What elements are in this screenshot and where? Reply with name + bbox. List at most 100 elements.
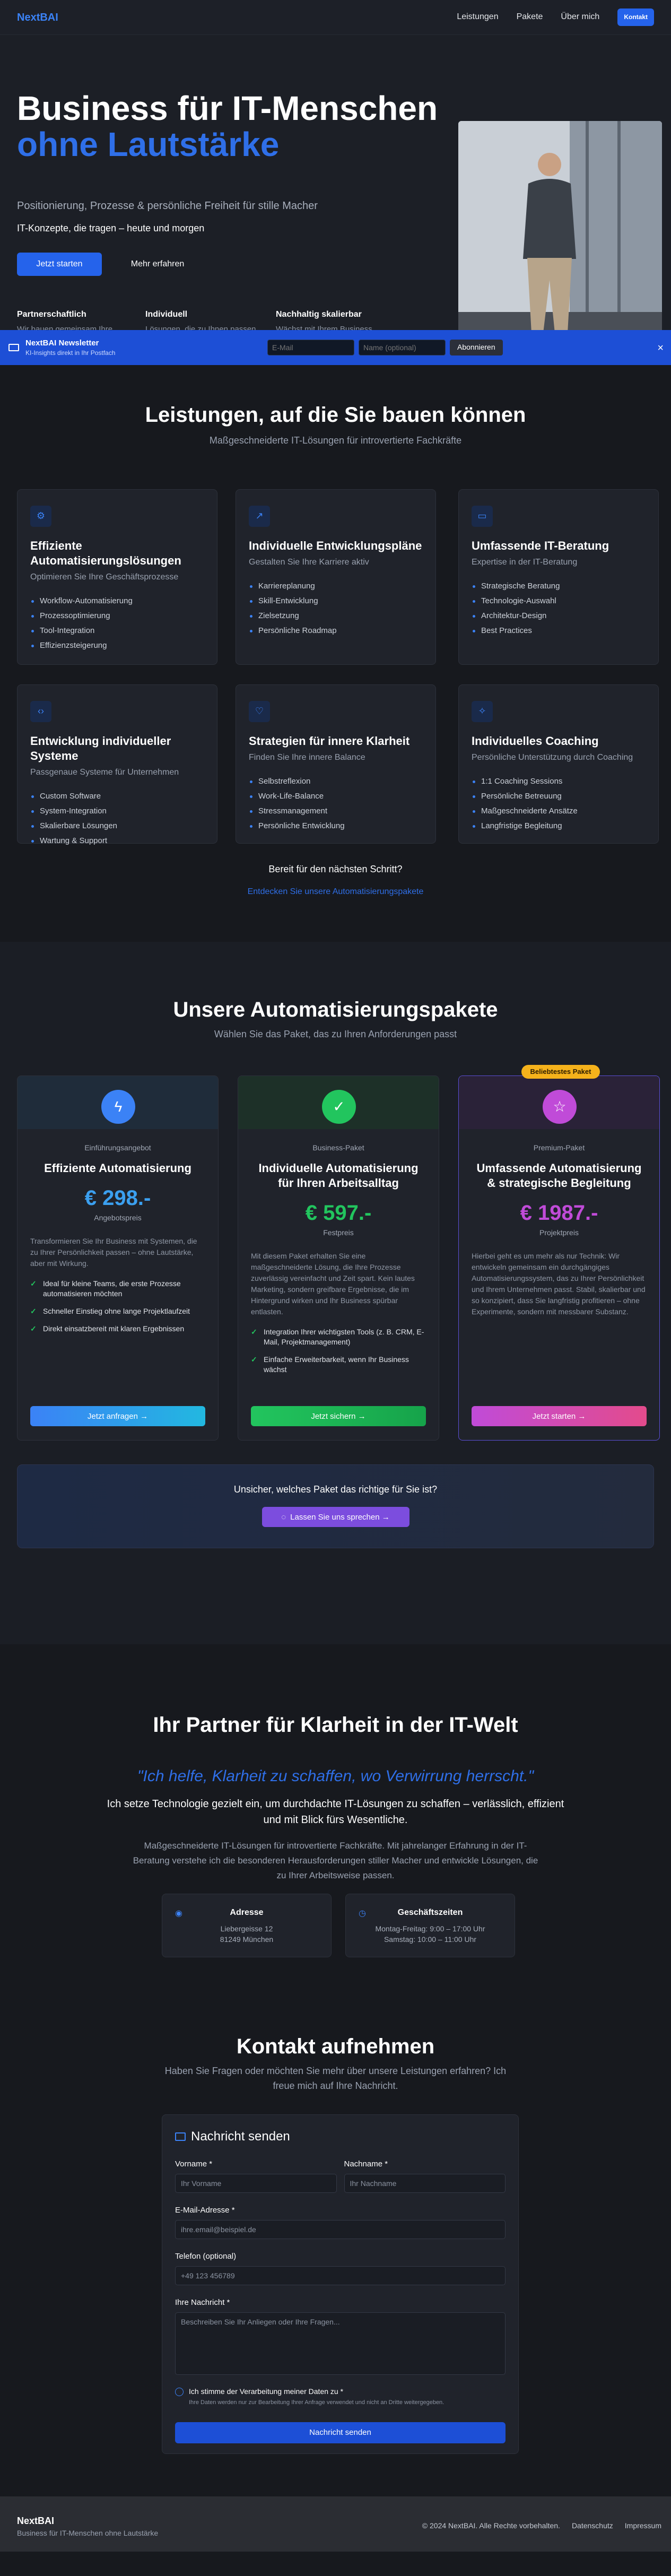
list-item: Persönliche Entwicklung — [249, 819, 423, 834]
feature-title: Nachhaltig skalierbar — [276, 310, 362, 319]
close-icon[interactable]: × — [657, 341, 664, 355]
footer-links: © 2024 NextBAI. Alle Rechte vorbehalten.… — [422, 2521, 661, 2531]
service-card-list: Strategische Beratung Technologie-Auswahl… — [472, 579, 646, 638]
package-price-label: Angebotspreis — [94, 1213, 142, 1222]
next-step-text: Bereit für den nächsten Schritt? — [268, 864, 403, 874]
package-price-label: Projektpreis — [539, 1228, 579, 1237]
about-text: Maßgeschneiderte IT-Lösungen für introve… — [133, 1841, 538, 1880]
subscribe-button[interactable]: Abonnieren — [450, 340, 503, 355]
hero-title-line2: ohne Lautstärke — [17, 125, 280, 163]
consent-note: Ihre Daten werden nur zur Bearbeitung Ih… — [189, 2399, 445, 2406]
main-nav: Leistungen Pakete Über mich Kontakt — [457, 8, 654, 26]
service-card-subtitle: Gestalten Sie Ihre Karriere aktiv — [249, 558, 369, 567]
package-features: Ideal für kleine Teams, die erste Prozes… — [18, 1279, 218, 1334]
package-button[interactable]: Jetzt sichern → — [251, 1406, 426, 1426]
mail-icon — [8, 344, 19, 351]
email-input[interactable]: ihre.email@beispiel.de — [175, 2219, 506, 2239]
learn-more-button[interactable]: Mehr erfahren — [110, 253, 205, 276]
service-card: ‹› Entwicklung individueller Systeme Passg… — [17, 684, 217, 845]
address-line1: Liebergeisse 12 — [220, 1924, 273, 1933]
service-card-title: Umfassende IT-Beratung — [472, 539, 609, 552]
submit-button[interactable]: Nachricht senden — [175, 2422, 506, 2443]
chat-icon: ▭ — [472, 506, 493, 527]
package-title: Umfassende Automatisierung & strategisch… — [476, 1161, 642, 1190]
hours-line1: Montag-Freitag: 9:00 – 17:00 Uhr — [375, 1924, 485, 1933]
gear-icon: ⚙ — [30, 506, 51, 527]
package-label: Einführungsangebot — [84, 1143, 151, 1152]
services-section: Leistungen, auf die Sie bauen können Maß… — [0, 365, 671, 942]
package-label: Business-Paket — [312, 1143, 364, 1152]
nav-leistungen[interactable]: Leistungen — [457, 11, 498, 23]
form-title-text: Nachricht senden — [191, 2129, 290, 2144]
service-card: ▭ Umfassende IT-Beratung Expertise in der … — [458, 489, 659, 665]
package-price: € 1987.- — [520, 1201, 598, 1225]
code-icon: ‹› — [30, 701, 51, 722]
package-label: Premium-Paket — [533, 1143, 585, 1152]
newsletter-email-input[interactable] — [267, 340, 354, 355]
heart-icon: ♡ — [249, 701, 270, 722]
hours-line2: Samstag: 10:00 – 11:00 Uhr — [384, 1935, 477, 1944]
list-item: Direkt einsatzbereit mit klaren Ergebnis… — [30, 1324, 205, 1334]
chat-icon: ◌ — [281, 1512, 286, 1522]
hours-title: Geschäftszeiten — [397, 1908, 463, 1917]
footer-brand: NextBAI — [17, 2516, 55, 2526]
start-button[interactable]: Jetzt starten — [17, 253, 102, 276]
bolt-icon: ϟ — [101, 1090, 135, 1124]
nav-ueber-mich[interactable]: Über mich — [561, 11, 599, 23]
about-section: Ihr Partner für Klarheit in der IT-Welt … — [0, 1644, 671, 2032]
package-button[interactable]: Jetzt anfragen → — [30, 1406, 205, 1426]
list-item: 1:1 Coaching Sessions — [472, 774, 646, 789]
privacy-link[interactable]: Datenschutz — [572, 2521, 613, 2531]
list-item: Best Practices — [472, 623, 646, 638]
consent-checkbox[interactable] — [175, 2387, 184, 2396]
about-title: Ihr Partner für Klarheit in der IT-Welt — [153, 1713, 518, 1737]
message-icon — [175, 2132, 186, 2141]
hours-card: ◷ Geschäftszeiten Montag-Freitag: 9:00 –… — [345, 1894, 515, 1957]
kontakt-button[interactable]: Kontakt — [617, 8, 654, 26]
services-subtitle: Maßgeschneiderte IT-Lösungen für introve… — [209, 435, 462, 446]
newsletter-name-input[interactable] — [359, 340, 446, 355]
logo[interactable]: NextBAI — [17, 10, 457, 25]
list-item: Workflow-Automatisierung — [30, 594, 204, 609]
packages-title: Unsere Automatisierungspakete — [173, 998, 498, 1021]
list-item: Zielsetzung — [249, 609, 423, 623]
service-card-subtitle: Finden Sie Ihre innere Balance — [249, 753, 365, 762]
packages-section: Unsere Automatisierungspakete Wählen Sie… — [0, 942, 671, 1644]
imprint-link[interactable]: Impressum — [625, 2521, 661, 2531]
star-icon: ☆ — [543, 1090, 577, 1124]
package-description: Mit diesem Paket erhalten Sie eine maßge… — [251, 1252, 415, 1316]
popular-badge: Beliebtestes Paket — [521, 1065, 600, 1079]
message-label: Ihre Nachricht * — [175, 2297, 230, 2307]
list-item: System-Integration — [30, 804, 204, 819]
nav-pakete[interactable]: Pakete — [517, 11, 543, 23]
service-card-list: Custom Software System-Integration Skalier… — [30, 789, 204, 848]
newsletter-bar: NextBAI Newsletter KI-Insights direkt in… — [0, 330, 671, 365]
talk-button[interactable]: ◌ Lassen Sie uns sprechen → — [262, 1507, 409, 1528]
service-card-title: Effiziente Automatisierungslösungen — [30, 539, 181, 567]
packages-subtitle: Wählen Sie das Paket, das zu Ihren Anfor… — [214, 1029, 457, 1039]
last-name-input[interactable]: Ihr Nachname — [344, 2173, 506, 2193]
list-item: Maßgeschneiderte Ansätze — [472, 804, 646, 819]
list-item: Integration Ihrer wichtigsten Tools (z. … — [251, 1327, 426, 1347]
service-card: ♡ Strategien für innere Klarheit Finden Si… — [236, 684, 436, 844]
list-item: Architektur-Design — [472, 609, 646, 623]
message-input[interactable]: Beschreiben Sie Ihr Anliegen oder Ihre F… — [175, 2312, 506, 2375]
list-item: Ideal für kleine Teams, die erste Prozes… — [30, 1279, 205, 1299]
consent-label: Ich stimme der Verarbeitung meiner Daten… — [189, 2387, 344, 2396]
about-quote: "Ich helfe, Klarheit zu schaffen, wo Ver… — [137, 1767, 534, 1785]
first-name-label: Vorname * — [175, 2159, 213, 2169]
list-item: Persönliche Betreuung — [472, 789, 646, 804]
talk-button-label: Lassen Sie uns sprechen → — [290, 1512, 390, 1522]
services-title: Leistungen, auf die Sie bauen können — [145, 403, 526, 427]
first-name-input[interactable]: Ihr Vorname — [175, 2173, 337, 2193]
feature-title: Partnerschaftlich — [17, 310, 86, 319]
package-button[interactable]: Jetzt starten → — [472, 1406, 647, 1426]
list-item: Selbstreflexion — [249, 774, 423, 789]
address-title: Adresse — [230, 1908, 264, 1917]
packages-link[interactable]: Entdecken Sie unsere Automatisierungspak… — [0, 886, 671, 898]
phone-input[interactable]: +49 123 456789 — [175, 2266, 506, 2285]
header: NextBAI Leistungen Pakete Über mich Kont… — [0, 0, 671, 35]
service-card-subtitle: Optimieren Sie Ihre Geschäftsprozesse — [30, 573, 179, 582]
service-card: ✧ Individuelles Coaching Persönliche Unter… — [458, 684, 659, 844]
list-item: Wartung & Support — [30, 834, 204, 848]
